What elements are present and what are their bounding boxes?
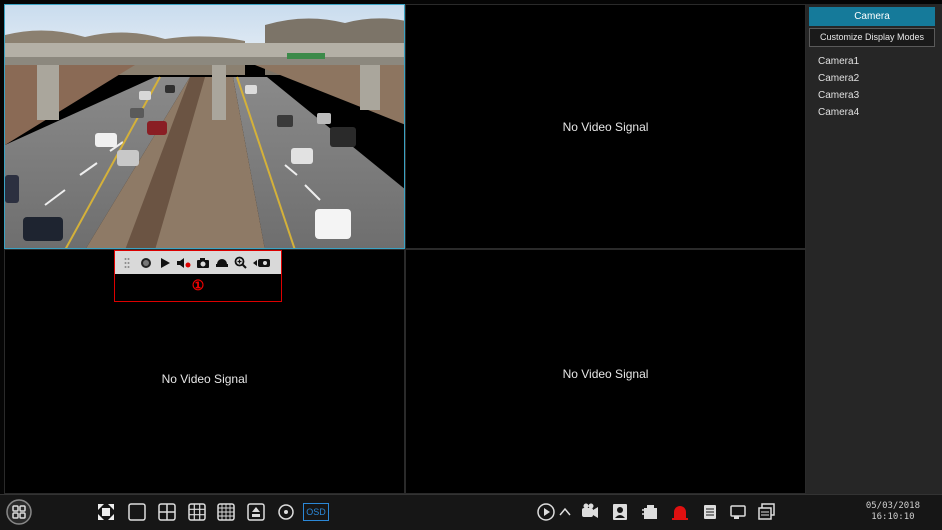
- alarm-status-icon[interactable]: [670, 502, 690, 522]
- no-video-signal-label: No Video Signal: [562, 366, 649, 381]
- sequence-icon[interactable]: [246, 502, 266, 522]
- disk-icon[interactable]: [700, 502, 720, 522]
- video-cell-4[interactable]: No Video Signal: [405, 249, 806, 494]
- camera-list-item[interactable]: Camera1: [818, 53, 859, 70]
- camera-list: Camera1 Camera2 Camera3 Camera4: [818, 53, 859, 121]
- dvr-live-view: No Video Signal No Video Signal No Video…: [0, 0, 942, 530]
- camera-list-item[interactable]: Camera4: [818, 104, 859, 121]
- camera-list-item[interactable]: Camera2: [818, 70, 859, 87]
- system-clock: 05/03/2018 16:10:10: [866, 501, 920, 523]
- video-grid: No Video Signal No Video Signal No Video…: [4, 4, 806, 494]
- time-text: 16:10:10: [871, 512, 915, 522]
- bottom-toolbar: OSD 05/03/2018 16:10:10: [0, 494, 942, 530]
- play-icon[interactable]: [157, 255, 172, 270]
- preview-toolbar-bar: [115, 251, 281, 274]
- info-icon[interactable]: [757, 502, 777, 522]
- highway-live-feed: [5, 5, 404, 248]
- network-icon[interactable]: [728, 502, 748, 522]
- camera-panel: Camera Customize Display Modes Camera1 C…: [806, 4, 942, 494]
- dwell-icon[interactable]: [276, 502, 296, 522]
- no-video-signal-label: No Video Signal: [562, 119, 649, 134]
- record-icon[interactable]: [138, 255, 153, 270]
- date-text: 05/03/2018: [865, 501, 920, 511]
- camera-switch-icon[interactable]: [252, 255, 272, 270]
- layout-9-icon[interactable]: [187, 502, 207, 522]
- playback-icon[interactable]: [536, 502, 556, 522]
- fullscreen-icon[interactable]: [96, 502, 116, 522]
- layout-4-icon[interactable]: [157, 502, 177, 522]
- alarm-out-icon[interactable]: [640, 502, 660, 522]
- mute-icon[interactable]: [176, 255, 191, 270]
- grip-icon[interactable]: [119, 255, 134, 270]
- camera-list-item[interactable]: Camera3: [818, 87, 859, 104]
- manual-record-icon[interactable]: [580, 502, 600, 522]
- camera-preview-toolbar: ①: [114, 250, 282, 302]
- osd-button[interactable]: OSD: [303, 503, 329, 521]
- zoom-icon[interactable]: [233, 255, 248, 270]
- video-cell-2[interactable]: No Video Signal: [405, 4, 806, 249]
- no-video-signal-label: No Video Signal: [161, 371, 248, 386]
- customize-display-modes-button[interactable]: Customize Display Modes: [809, 28, 935, 47]
- camera-tab[interactable]: Camera: [809, 7, 935, 26]
- video-cell-1[interactable]: [4, 4, 405, 249]
- toolbar-callout-number: ①: [191, 277, 205, 293]
- ptz-icon[interactable]: [214, 255, 229, 270]
- layout-1-icon[interactable]: [127, 502, 147, 522]
- start-menu-icon[interactable]: [6, 499, 32, 525]
- face-detection-icon[interactable]: [610, 502, 630, 522]
- snapshot-icon[interactable]: [195, 255, 210, 270]
- chevron-up-icon[interactable]: [558, 502, 572, 522]
- layout-16-icon[interactable]: [216, 502, 236, 522]
